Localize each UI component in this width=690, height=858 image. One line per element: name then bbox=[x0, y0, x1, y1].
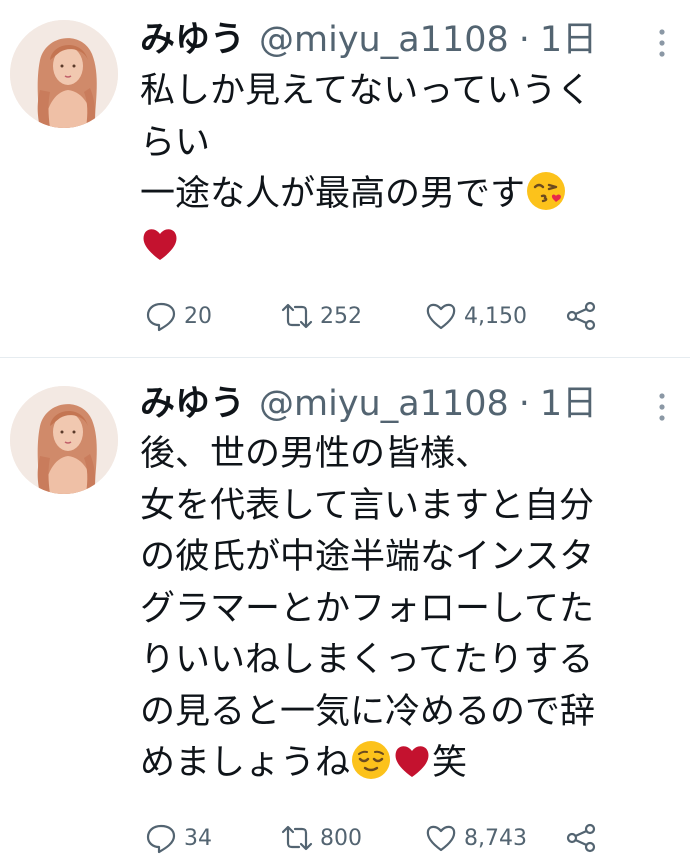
tweet-text: 私しか見えてないっていうく らい 一途な人が最高の男です bbox=[140, 66, 660, 272]
avatar[interactable] bbox=[10, 386, 118, 494]
text-line-with-emoji: 一途な人が最高の男です bbox=[140, 169, 660, 221]
retweet-icon bbox=[281, 303, 313, 329]
tweet[interactable]: みゆう @miyu_a1108 · 1日 私しか見えてないっていうく らい 一途… bbox=[0, 0, 690, 358]
text-line-with-emoji: めましょうね 笑 bbox=[140, 738, 660, 790]
like-button[interactable]: 8,743 bbox=[424, 818, 527, 858]
separator: · bbox=[518, 384, 530, 424]
text-line: 女を代表して言いますと自分 bbox=[140, 485, 594, 526]
text-line: 後、世の男性の皆様、 bbox=[140, 434, 491, 474]
reply-button[interactable]: 20 bbox=[144, 296, 212, 336]
more-options-icon[interactable] bbox=[652, 390, 672, 424]
user-handle[interactable]: @miyu_a1108 bbox=[259, 14, 509, 66]
like-count: 4,150 bbox=[464, 303, 527, 329]
share-icon bbox=[566, 301, 596, 331]
text-line: らい bbox=[140, 122, 211, 163]
display-name[interactable]: みゆう bbox=[140, 378, 245, 430]
retweet-count: 800 bbox=[320, 825, 362, 851]
text-line: 一途な人が最高の男です bbox=[140, 174, 526, 214]
retweet-button[interactable]: 252 bbox=[280, 296, 362, 336]
heart-icon bbox=[426, 825, 456, 852]
heart-icon bbox=[426, 303, 456, 330]
avatar[interactable] bbox=[10, 20, 118, 128]
reply-count: 34 bbox=[184, 825, 212, 851]
tweet-actions: 34 800 8,743 bbox=[140, 818, 620, 858]
tweet-header: みゆう @miyu_a1108 · 1日 bbox=[140, 14, 597, 66]
reply-button[interactable]: 34 bbox=[144, 818, 212, 858]
timestamp[interactable]: 1日 bbox=[540, 378, 597, 430]
text-line: 笑 bbox=[432, 743, 468, 783]
like-count: 8,743 bbox=[464, 825, 527, 851]
user-handle[interactable]: @miyu_a1108 bbox=[259, 378, 509, 430]
like-button[interactable]: 4,150 bbox=[424, 296, 527, 336]
red-heart-emoji bbox=[392, 741, 432, 781]
share-icon bbox=[566, 823, 596, 853]
tweet[interactable]: みゆう @miyu_a1108 · 1日 後、世の男性の皆様、 女を代表して言い… bbox=[0, 358, 690, 854]
kissing-face-emoji bbox=[525, 170, 567, 212]
tweet-header: みゆう @miyu_a1108 · 1日 bbox=[140, 378, 597, 430]
reply-count: 20 bbox=[184, 303, 212, 329]
retweet-button[interactable]: 800 bbox=[280, 818, 362, 858]
red-heart-emoji bbox=[140, 224, 180, 264]
relieved-face-emoji bbox=[350, 739, 392, 781]
separator: · bbox=[518, 20, 530, 60]
retweet-icon bbox=[281, 825, 313, 851]
text-line: 私しか見えてないっていうく bbox=[140, 71, 592, 111]
text-line: めましょうね bbox=[140, 743, 351, 783]
text-line: りいいねしまくってたりする bbox=[140, 640, 594, 680]
tweet-text: 後、世の男性の皆様、 女を代表して言いますと自分 の彼氏が中途半端なインスタ グ… bbox=[140, 429, 660, 790]
display-name[interactable]: みゆう bbox=[140, 14, 245, 66]
text-line: の見ると一気に冷めるので辞 bbox=[140, 691, 596, 732]
reply-icon bbox=[146, 302, 176, 332]
retweet-count: 252 bbox=[320, 303, 362, 329]
tweet-actions: 20 252 4,150 bbox=[140, 296, 620, 336]
reply-icon bbox=[146, 824, 176, 854]
text-line: の彼氏が中途半端なインスタ bbox=[140, 537, 595, 577]
text-line: グラマーとかフォローしてた bbox=[140, 588, 594, 629]
text-line-emoji bbox=[140, 221, 660, 273]
share-button[interactable] bbox=[564, 296, 598, 336]
share-button[interactable] bbox=[564, 818, 598, 858]
timestamp[interactable]: 1日 bbox=[540, 14, 597, 66]
more-options-icon[interactable] bbox=[652, 26, 672, 60]
